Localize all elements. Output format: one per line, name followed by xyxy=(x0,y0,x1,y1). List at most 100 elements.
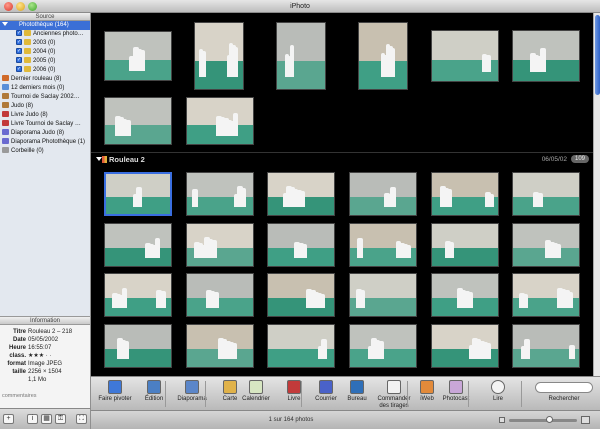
photo-thumbnail[interactable] xyxy=(349,273,417,317)
photo-thumbnail[interactable] xyxy=(104,223,172,267)
toolbar-button-label: Commander des tirages xyxy=(377,396,411,409)
sidebar-item[interactable]: Photothèque (164) xyxy=(0,21,90,30)
toolbar-calendar-button[interactable]: Calendrier xyxy=(241,380,271,403)
photo-thumbnail[interactable] xyxy=(512,172,580,216)
photo-thumbnail[interactable] xyxy=(512,223,580,267)
sidebar-item[interactable]: ✓ 2004 (0) xyxy=(0,48,90,57)
photo-thumbnail[interactable] xyxy=(358,22,408,90)
photo-thumbnail[interactable] xyxy=(186,172,254,216)
sidebar-item[interactable]: 12 derniers mois (0) xyxy=(0,84,90,93)
photo-thumbnail[interactable] xyxy=(104,172,172,216)
photo-thumbnail[interactable] xyxy=(512,324,580,368)
checkbox-icon[interactable]: ✓ xyxy=(16,66,22,73)
zoom-icon[interactable] xyxy=(28,2,37,11)
photo-thumbnail[interactable] xyxy=(104,97,172,145)
checkbox-icon[interactable]: ✓ xyxy=(16,57,22,64)
toolbar-separator xyxy=(521,381,522,407)
add-album-button[interactable]: + xyxy=(3,414,14,424)
info-value: 1,1 Mo xyxy=(28,377,47,383)
folder-check-icon xyxy=(24,57,31,64)
photo-thumbnail[interactable] xyxy=(349,223,417,267)
toolbar-play-button[interactable]: Lire xyxy=(483,380,513,403)
toolbar-prints-button[interactable]: Commander des tirages xyxy=(373,380,415,410)
sidebar-item-label: Photothèque (164) xyxy=(19,22,69,28)
roll-count-badge: 109 xyxy=(570,155,589,163)
sidebar-item[interactable]: Diaporama Judo (8) xyxy=(0,129,90,138)
info-value: 05/05/2002 xyxy=(28,337,59,343)
sidebar-item[interactable]: Corbeille (0) xyxy=(0,147,90,156)
toolbar-separator xyxy=(468,381,469,407)
keywords-button[interactable]: ⚿ xyxy=(55,414,66,424)
zoom-slider-knob[interactable] xyxy=(545,416,553,423)
toolbar-photocast-button[interactable]: Photocast xyxy=(441,380,471,403)
toolbar-rotate-button[interactable]: Faire pivoter xyxy=(95,380,135,403)
roll-header[interactable]: Rouleau 2 06/05/02 109 xyxy=(91,152,593,165)
checkbox-icon[interactable]: ✓ xyxy=(16,30,22,37)
sidebar-item-label: Livre Judo (8) xyxy=(11,112,48,118)
info-button[interactable]: i xyxy=(27,414,38,424)
viewer-scrollbar[interactable] xyxy=(593,13,600,376)
photo-thumbnail[interactable] xyxy=(349,324,417,368)
comments-field[interactable]: commentaires xyxy=(2,393,37,399)
album-icon xyxy=(2,102,9,109)
photo-thumbnail[interactable] xyxy=(186,223,254,267)
sidebar-item[interactable]: Livre Tournoi de Saclay … xyxy=(0,120,90,129)
toolbar-iweb-button[interactable]: iWeb xyxy=(412,380,442,403)
zoom-slider[interactable] xyxy=(509,416,577,423)
photo-thumbnail[interactable] xyxy=(186,273,254,317)
photo-viewer[interactable] xyxy=(91,13,593,376)
photo-thumbnail[interactable] xyxy=(512,273,580,317)
sidebar-item[interactable]: Diaporama Photothèque (1) xyxy=(0,138,90,147)
photo-thumbnail[interactable] xyxy=(431,172,499,216)
fullscreen-button[interactable]: ⛶ xyxy=(76,414,87,424)
slideshow-icon xyxy=(2,138,9,145)
book-icon xyxy=(2,120,9,127)
sidebar-item-label: Livre Tournoi de Saclay … xyxy=(11,121,81,127)
checkbox-icon[interactable]: ✓ xyxy=(16,39,22,46)
search-input[interactable] xyxy=(535,382,593,393)
photo-thumbnail[interactable] xyxy=(431,273,499,317)
toolbar-separator xyxy=(407,381,408,407)
minimize-icon[interactable] xyxy=(16,2,25,11)
desktop-icon xyxy=(350,380,364,394)
photo-thumbnail[interactable] xyxy=(186,324,254,368)
photo-thumbnail[interactable] xyxy=(276,22,326,90)
scrollbar-thumb[interactable] xyxy=(595,15,600,95)
photo-thumbnail[interactable] xyxy=(267,273,335,317)
toolbar-book-button[interactable]: Livre xyxy=(279,380,309,403)
sidebar-item[interactable]: ✓ Anciennes photo… xyxy=(0,30,90,39)
photo-thumbnail[interactable] xyxy=(104,273,172,317)
toolbar-mail-button[interactable]: Courrier xyxy=(311,380,341,403)
photo-thumbnail[interactable] xyxy=(194,22,244,90)
toolbar-button-label: Édition xyxy=(144,396,164,402)
title-bar: iPhoto xyxy=(0,0,600,13)
sidebar-item-label: Dernier rouleau (8) xyxy=(11,76,62,82)
sidebar-item[interactable]: ✓ 2003 (0) xyxy=(0,39,90,48)
close-icon[interactable] xyxy=(4,2,13,11)
photo-thumbnail[interactable] xyxy=(104,324,172,368)
photo-thumbnail[interactable] xyxy=(267,223,335,267)
toolbar-slideshow-button[interactable]: Diaporama xyxy=(177,380,207,403)
photo-thumbnail[interactable] xyxy=(431,30,499,82)
photo-count-text: 1 sur 164 photos xyxy=(268,417,314,423)
photo-thumbnail[interactable] xyxy=(104,31,172,81)
photo-thumbnail[interactable] xyxy=(267,172,335,216)
calendar-button[interactable]: ▦ xyxy=(41,414,52,424)
sidebar-item[interactable]: ✓ 2006 (0) xyxy=(0,66,90,75)
photo-thumbnail[interactable] xyxy=(431,223,499,267)
toolbar-desktop-button[interactable]: Bureau xyxy=(342,380,372,403)
disclosure-triangle-icon[interactable] xyxy=(2,22,8,27)
photo-thumbnail[interactable] xyxy=(186,97,254,145)
sidebar-item[interactable]: Dernier rouleau (8) xyxy=(0,75,90,84)
sidebar-item[interactable]: Judo (8) xyxy=(0,102,90,111)
photo-thumbnail[interactable] xyxy=(349,172,417,216)
photo-thumbnail[interactable] xyxy=(267,324,335,368)
photo-thumbnail[interactable] xyxy=(512,30,580,82)
sidebar-item[interactable]: Livre Judo (8) xyxy=(0,111,90,120)
sidebar-item[interactable]: Tournoi de Saclay 2002… xyxy=(0,93,90,102)
checkbox-icon[interactable]: ✓ xyxy=(16,48,22,55)
window-title: iPhoto xyxy=(290,3,310,10)
photo-thumbnail[interactable] xyxy=(431,324,499,368)
status-bar: 1 sur 164 photos xyxy=(91,410,600,429)
sidebar-item[interactable]: ✓ 2005 (0) xyxy=(0,57,90,66)
